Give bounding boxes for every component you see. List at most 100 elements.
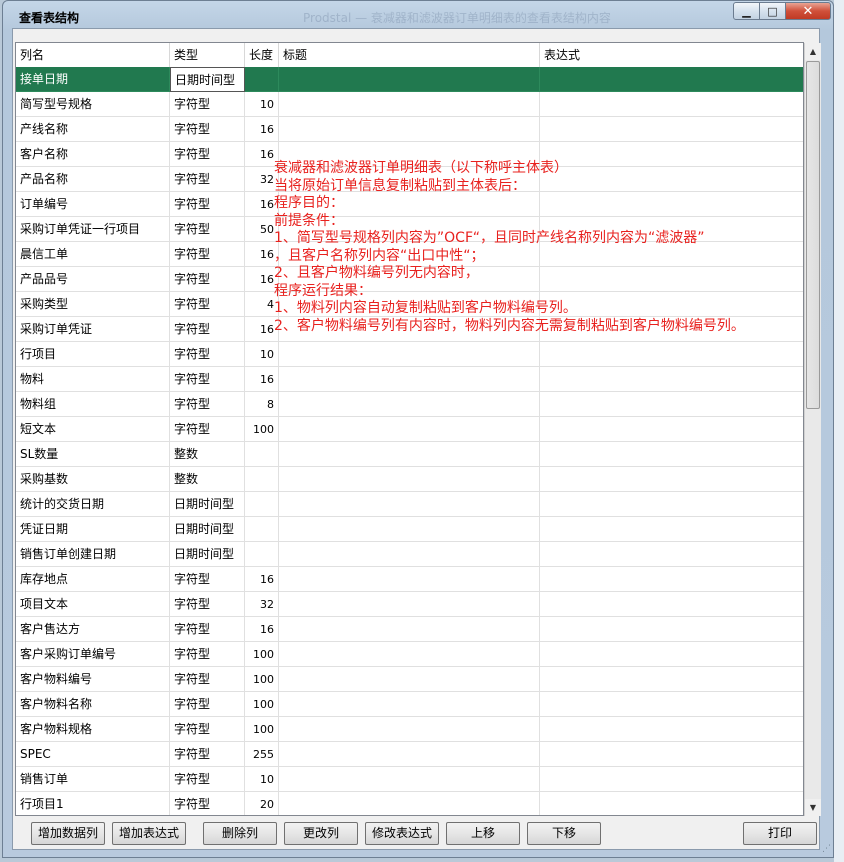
cell-name[interactable]: 客户物料名称 (16, 692, 170, 717)
cell-expression[interactable] (540, 367, 803, 392)
table-row[interactable]: 物料组 字符型 8 (16, 392, 803, 417)
cell-length[interactable]: 100 (245, 642, 279, 667)
cell-title[interactable] (279, 742, 540, 767)
cell-title[interactable] (279, 367, 540, 392)
cell-length[interactable]: 100 (245, 717, 279, 742)
cell-length[interactable] (245, 517, 279, 542)
cell-name[interactable]: 客户名称 (16, 142, 170, 167)
cell-type[interactable]: 字符型 (170, 642, 245, 667)
cell-expression[interactable] (540, 342, 803, 367)
minimize-button[interactable]: ▁ (733, 2, 760, 20)
cell-length[interactable]: 16 (245, 567, 279, 592)
column-header-length[interactable]: 长度 (245, 43, 279, 67)
cell-type[interactable]: 整数 (170, 442, 245, 467)
cell-title[interactable] (279, 642, 540, 667)
cell-length[interactable] (245, 442, 279, 467)
cell-length[interactable]: 255 (245, 742, 279, 767)
table-row[interactable]: 客户售达方 字符型 16 (16, 617, 803, 642)
cell-name[interactable]: 短文本 (16, 417, 170, 442)
cell-expression[interactable] (540, 567, 803, 592)
cell-expression[interactable] (540, 667, 803, 692)
table-row[interactable]: SPEC 字符型 255 (16, 742, 803, 767)
cell-name[interactable]: 产线名称 (16, 117, 170, 142)
cell-type[interactable]: 字符型 (170, 792, 245, 815)
cell-type[interactable]: 字符型 (170, 342, 245, 367)
cell-expression[interactable] (540, 767, 803, 792)
table-row[interactable]: 短文本 字符型 100 (16, 417, 803, 442)
cell-length[interactable]: 32 (245, 592, 279, 617)
cell-title[interactable] (279, 667, 540, 692)
table-row[interactable]: 采购基数 整数 (16, 467, 803, 492)
cell-title[interactable] (279, 92, 540, 117)
cell-name[interactable]: 客户物料规格 (16, 717, 170, 742)
table-row[interactable]: 产线名称 字符型 16 (16, 117, 803, 142)
cell-type[interactable]: 字符型 (170, 667, 245, 692)
table-row[interactable]: 客户物料名称 字符型 100 (16, 692, 803, 717)
table-row[interactable]: 简写型号规格 字符型 10 (16, 92, 803, 117)
delete-column-button[interactable]: 删除列 (203, 822, 277, 845)
cell-name[interactable]: 物料组 (16, 392, 170, 417)
title-bar[interactable]: 查看表结构 Prodstal — 衰减器和滤波器订单明细表的查看表结构内容 ▁ … (3, 1, 833, 29)
cell-length[interactable]: 16 (245, 367, 279, 392)
cell-expression[interactable] (540, 442, 803, 467)
table-row[interactable]: SL数量 整数 (16, 442, 803, 467)
cell-name[interactable]: SPEC (16, 742, 170, 767)
table-row[interactable]: 销售订单 字符型 10 (16, 767, 803, 792)
table-row[interactable]: 接单日期 日期时间型 (16, 67, 803, 92)
cell-expression[interactable] (540, 117, 803, 142)
cell-type[interactable]: 字符型 (170, 217, 245, 242)
cell-expression[interactable] (540, 642, 803, 667)
cell-expression[interactable] (540, 792, 803, 815)
cell-type[interactable]: 字符型 (170, 292, 245, 317)
table-row[interactable]: 项目文本 字符型 32 (16, 592, 803, 617)
table-row[interactable]: 行项目 字符型 10 (16, 342, 803, 367)
table-row[interactable]: 统计的交货日期 日期时间型 (16, 492, 803, 517)
cell-length[interactable] (245, 542, 279, 567)
cell-type[interactable]: 字符型 (170, 742, 245, 767)
cell-expression[interactable] (540, 592, 803, 617)
structure-grid[interactable]: 列名 类型 长度 标题 表达式 接单日期 日期时间型 简写型号规格 字符型 10 产线名称… (15, 42, 804, 816)
cell-type[interactable]: 字符型 (170, 767, 245, 792)
cell-name[interactable]: 项目文本 (16, 592, 170, 617)
table-row[interactable]: 客户物料编号 字符型 100 (16, 667, 803, 692)
cell-type[interactable]: 字符型 (170, 92, 245, 117)
cell-title[interactable] (279, 717, 540, 742)
print-button[interactable]: 打印 (743, 822, 817, 845)
scroll-thumb[interactable] (806, 61, 820, 409)
cell-title[interactable] (279, 492, 540, 517)
cell-expression[interactable] (540, 492, 803, 517)
cell-length[interactable]: 10 (245, 92, 279, 117)
cell-name[interactable]: 采购类型 (16, 292, 170, 317)
cell-length[interactable]: 100 (245, 417, 279, 442)
cell-title[interactable] (279, 117, 540, 142)
table-row[interactable]: 库存地点 字符型 16 (16, 567, 803, 592)
close-button[interactable]: ✕ (785, 2, 831, 20)
cell-name[interactable]: 行项目 (16, 342, 170, 367)
cell-title[interactable] (279, 392, 540, 417)
cell-name[interactable]: 客户售达方 (16, 617, 170, 642)
table-row[interactable]: 客户采购订单编号 字符型 100 (16, 642, 803, 667)
cell-type[interactable]: 字符型 (170, 392, 245, 417)
table-row[interactable]: 凭证日期 日期时间型 (16, 517, 803, 542)
cell-length[interactable] (245, 67, 279, 92)
cell-type[interactable]: 字符型 (170, 167, 245, 192)
cell-name[interactable]: 物料 (16, 367, 170, 392)
table-row[interactable]: 行项目1 字符型 20 (16, 792, 803, 815)
cell-title[interactable] (279, 467, 540, 492)
move-down-button[interactable]: 下移 (527, 822, 601, 845)
cell-name[interactable]: 库存地点 (16, 567, 170, 592)
cell-title[interactable] (279, 417, 540, 442)
cell-type[interactable]: 字符型 (170, 317, 245, 342)
cell-expression[interactable] (540, 617, 803, 642)
move-up-button[interactable]: 上移 (446, 822, 520, 845)
cell-expression[interactable] (540, 742, 803, 767)
column-header-title[interactable]: 标题 (279, 43, 540, 67)
cell-name[interactable]: 产品品号 (16, 267, 170, 292)
cell-length[interactable]: 16 (245, 617, 279, 642)
cell-expression[interactable] (540, 92, 803, 117)
table-row[interactable]: 客户物料规格 字符型 100 (16, 717, 803, 742)
scroll-up-icon[interactable]: ▲ (805, 43, 821, 60)
cell-name[interactable]: 接单日期 (16, 67, 170, 92)
cell-expression[interactable] (540, 517, 803, 542)
cell-type[interactable]: 整数 (170, 467, 245, 492)
